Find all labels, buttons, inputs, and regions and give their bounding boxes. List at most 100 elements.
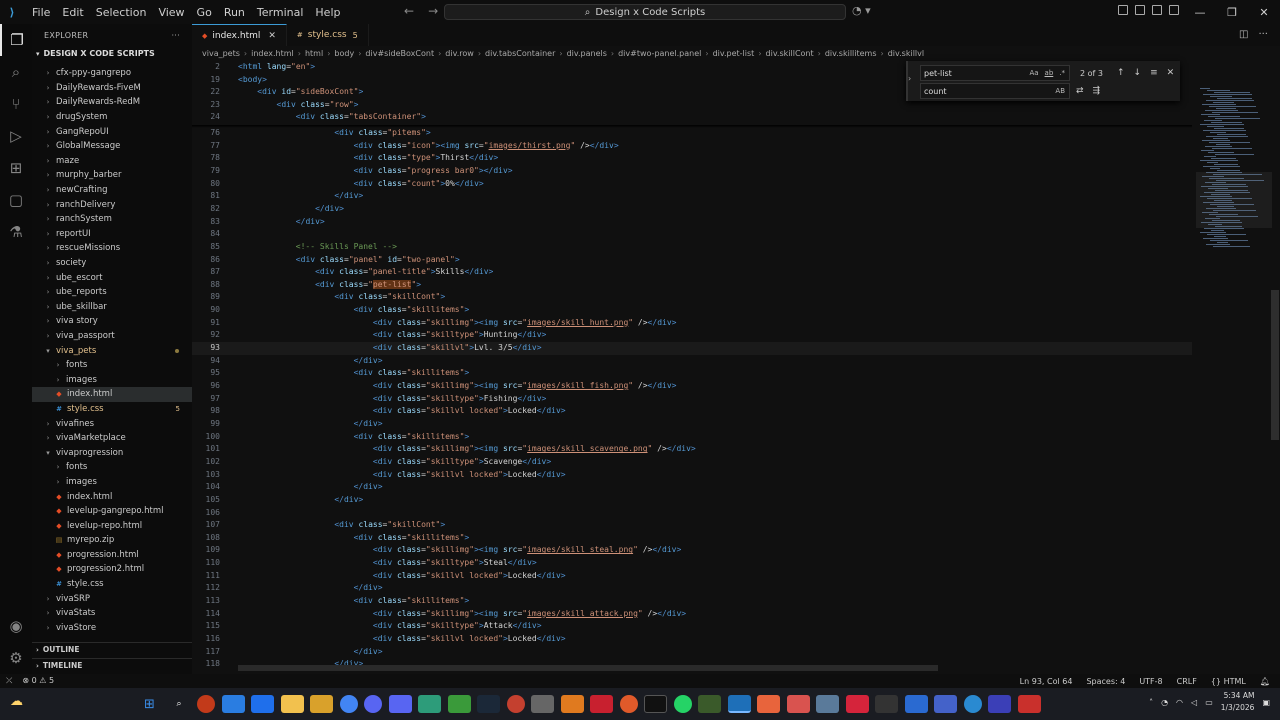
discord-icon-2[interactable] (388, 695, 412, 713)
code-line[interactable]: 103 <div class="skillvl locked">Locked</… (192, 469, 1192, 482)
match-whole-word-toggle[interactable]: ab (1045, 69, 1054, 77)
code-line[interactable]: 83 </div> (192, 216, 1192, 229)
tree-item[interactable]: › DailyRewards-RedM (32, 95, 192, 110)
tree-item[interactable]: › GlobalMessage (32, 139, 192, 154)
code-line[interactable]: 112 </div> (192, 582, 1192, 595)
tree-item[interactable]: › ube_skillbar (32, 300, 192, 315)
breadcrumb-item[interactable]: div.panels (567, 49, 607, 58)
steam-icon[interactable] (477, 695, 500, 713)
code-line[interactable]: 94 </div> (192, 355, 1192, 368)
tree-item[interactable]: › reportUI (32, 227, 192, 242)
app-icon-8[interactable] (531, 695, 554, 713)
language-mode[interactable]: {} HTML (1211, 677, 1246, 686)
app-icon-13[interactable] (757, 695, 780, 713)
replace-all-icon[interactable]: ⇶ (1093, 86, 1101, 96)
app-icon-5[interactable] (418, 695, 441, 713)
code-line[interactable]: 107 <div class="skillCont"> (192, 519, 1192, 532)
app-icon-18[interactable] (934, 695, 957, 713)
breadcrumb-item[interactable]: div.tabsContainer (485, 49, 555, 58)
chrome-icon[interactable] (339, 695, 358, 713)
cursor-position[interactable]: Ln 93, Col 64 (1020, 677, 1073, 686)
app-icon-11[interactable] (619, 695, 638, 713)
code-line[interactable]: 110 <div class="skilltype">Steal</div> (192, 557, 1192, 570)
app-icon-2[interactable] (221, 695, 245, 713)
find-in-selection-icon[interactable]: ≡ (1150, 68, 1158, 78)
taskbar-search-icon[interactable]: ⌕ (168, 695, 191, 713)
close-window-icon[interactable]: ✕ (1248, 0, 1280, 24)
restore-icon[interactable]: ❐ (1216, 0, 1248, 24)
tree-item[interactable]: › murphy_barber (32, 168, 192, 183)
code-editor[interactable]: 2 <html lang="en"> 19 <body> 22 <div id="sid… (192, 61, 1280, 674)
horizontal-scrollbar[interactable] (238, 665, 938, 671)
code-line[interactable]: 77 <div class="icon"><img src="images/th… (192, 140, 1192, 153)
code-line[interactable]: 101 <div class="skillimg"><img src="imag… (192, 443, 1192, 456)
app-icon-10[interactable] (590, 695, 613, 713)
code-line[interactable]: 117 </div> (192, 646, 1192, 659)
app-icon-21[interactable] (1017, 695, 1041, 713)
testing-icon[interactable]: ⚗ (0, 216, 32, 248)
search-view-icon[interactable]: ⌕ (0, 56, 32, 88)
code-line[interactable]: 98 <div class="skillvl locked">Locked</d… (192, 405, 1192, 418)
toggle-primary-sidebar-icon[interactable] (1118, 5, 1128, 15)
explorer-icon[interactable]: ❐ (0, 24, 32, 56)
vertical-scrollbar[interactable] (1271, 290, 1279, 440)
code-line[interactable]: 105 </div> (192, 494, 1192, 507)
menu-view[interactable]: View (152, 6, 190, 19)
more-actions-icon[interactable]: ··· (171, 31, 180, 40)
notion-icon[interactable] (644, 695, 667, 713)
code-line[interactable]: 114 <div class="skillimg"><img src="imag… (192, 608, 1192, 621)
code-line[interactable]: 97 <div class="skilltype">Fishing</div> (192, 393, 1192, 406)
tree-item[interactable]: › fonts (32, 358, 192, 373)
tree-item[interactable]: › vivafines (32, 416, 192, 431)
code-line[interactable]: 89 <div class="skillCont"> (192, 291, 1192, 304)
app-icon-17[interactable] (904, 695, 928, 713)
code-line[interactable]: 102 <div class="skilltype">Scavenge</div… (192, 456, 1192, 469)
menu-edit[interactable]: Edit (56, 6, 89, 19)
toggle-replace-chevron-icon[interactable]: › (908, 74, 911, 83)
next-match-icon[interactable]: ↓ (1134, 68, 1142, 78)
extensions-icon[interactable]: ⊞ (0, 152, 32, 184)
run-debug-icon[interactable]: ▷ (0, 120, 32, 152)
breadcrumb-item[interactable]: viva_pets (202, 49, 240, 58)
app-icon-3[interactable] (251, 695, 274, 713)
code-line[interactable]: 92 <div class="skilltype">Hunting</div> (192, 329, 1192, 342)
volume-icon[interactable]: ◁ (1191, 698, 1197, 707)
breadcrumb-item[interactable]: index.html (251, 49, 294, 58)
app-icon-7[interactable] (506, 695, 525, 713)
menu-terminal[interactable]: Terminal (251, 6, 310, 19)
sticky-line[interactable]: 24 <div class="tabsContainer"> (192, 111, 1192, 124)
tree-item[interactable]: ◆ index.html (32, 387, 192, 402)
code-line[interactable]: 80 <div class="count">0%</div> (192, 178, 1192, 191)
tree-item[interactable]: › drugSystem (32, 110, 192, 125)
menu-help[interactable]: Help (309, 6, 346, 19)
clock[interactable]: 5:34 AM 1/3/2026 (1221, 690, 1255, 714)
vscode-taskbar-icon[interactable] (727, 695, 751, 713)
copilot-icon[interactable]: ◔ ▾ (852, 4, 871, 17)
tree-item[interactable]: › newCrafting (32, 183, 192, 198)
breadcrumb-item[interactable]: html (305, 49, 323, 58)
menu-file[interactable]: File (26, 6, 56, 19)
code-line[interactable]: 81 </div> (192, 190, 1192, 203)
remote-explorer-icon[interactable]: ▢ (0, 184, 32, 216)
tree-item[interactable]: › ube_escort (32, 270, 192, 285)
whatsapp-icon[interactable] (673, 695, 692, 713)
timeline-section[interactable]: › TIMELINE (32, 658, 192, 672)
code-line[interactable]: 87 <div class="panel-title">Skills</div> (192, 266, 1192, 279)
minimap-slider[interactable] (1196, 172, 1272, 228)
app-icon-4[interactable] (310, 695, 333, 713)
breadcrumb-item[interactable]: div.pet-list (713, 49, 755, 58)
tab-index-html[interactable]: ◆ index.html ✕ (192, 24, 287, 46)
tree-item[interactable]: › images (32, 475, 192, 490)
start-windows-icon[interactable]: ⊞ (138, 695, 161, 713)
tray-app-icon[interactable]: ◔ (1161, 698, 1168, 707)
code-line[interactable]: 108 <div class="skillitems"> (192, 532, 1192, 545)
code-line[interactable]: 106 (192, 507, 1192, 520)
tree-item[interactable]: › images (32, 372, 192, 387)
app-icon-20[interactable] (988, 695, 1011, 713)
tab-style-css[interactable]: # style.css 5 (286, 24, 369, 46)
match-case-toggle[interactable]: Aa (1029, 69, 1038, 77)
app-icon-9[interactable] (560, 695, 584, 713)
app-icon-14[interactable] (786, 695, 810, 713)
accounts-icon[interactable]: ◉ (0, 610, 32, 642)
back-arrow-icon[interactable]: ← (404, 4, 414, 18)
